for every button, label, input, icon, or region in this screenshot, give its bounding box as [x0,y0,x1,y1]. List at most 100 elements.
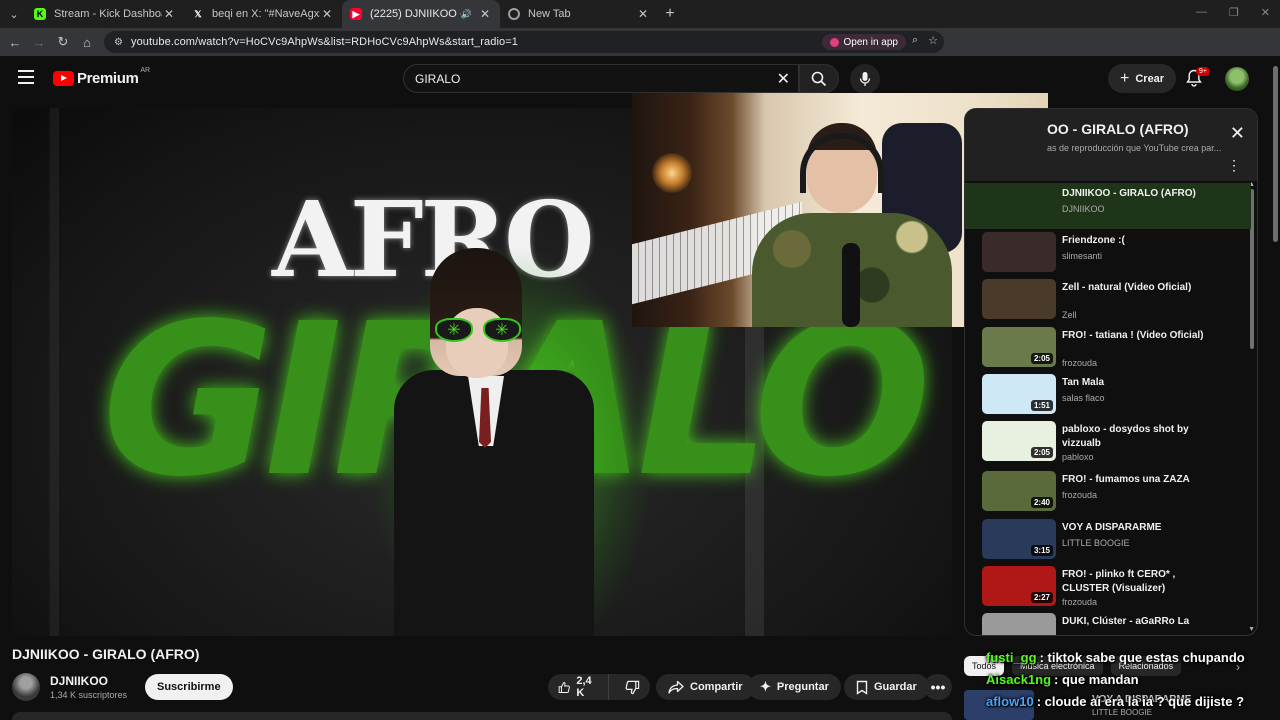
playlist-item-channel: pabloxo [1062,452,1094,462]
playlist-item-channel: LITTLE BOOGIE [1062,538,1130,548]
duration-badge: 2:40 [1030,497,1053,508]
playlist-item-channel: slimesanti [1062,251,1103,261]
tab-x[interactable]: 𝕏 beqi en X: "#NaveAgxsh https:/ ✕ [184,0,342,28]
chat-message: Aisack1ng: que mandan [986,672,1280,694]
save-button[interactable]: Guardar [844,674,929,700]
chat-username: Aisack1ng [986,672,1052,687]
video-title: DJNIIKOO - GIRALO (AFRO) [12,646,200,662]
new-tab-button[interactable]: + [658,5,682,23]
maximize-icon[interactable]: ❐ [1229,6,1239,19]
minimize-icon[interactable]: — [1196,6,1207,19]
playlist-item[interactable]: 2:05 FRO! - tatiana ! (Video Oficial) froz… [965,325,1251,371]
duration-badge: 2:05 [1030,353,1053,364]
playlist-item[interactable]: 3:15 VOY A DISPARARME LITTLE BOOGIE [965,517,1251,563]
create-button[interactable]: + Crear [1108,64,1177,93]
playlist-item[interactable]: 1:51 Tan Mala salas flaco [965,372,1251,418]
ask-label: Preguntar [776,681,829,693]
chat-text: : que mandan [1054,672,1139,687]
playlist-item[interactable]: DJNIIKOO - GIRALO (AFRO) DJNIIKOO [965,183,1251,229]
close-window-icon[interactable]: ✕ [1261,6,1270,19]
channel-avatar[interactable] [12,673,40,701]
tab-search-icon[interactable]: ⌄ [2,4,26,24]
like-dislike-group: 2,4 K [548,674,650,700]
chat-message: aflow10: cloude ai era la ia ? que dijis… [986,694,1280,716]
playlist-item[interactable]: 2:05 pabloxo - dosydos shot by vizzualb pa… [965,419,1251,465]
tab-new[interactable]: New Tab ✕ [500,0,658,28]
close-icon[interactable]: ✕ [320,7,334,21]
playlist-thumbnail [982,232,1056,272]
more-options-icon[interactable]: ⋮ [1227,157,1241,174]
x-icon: 𝕏 [194,8,202,19]
reload-icon[interactable]: ↻ [51,34,75,50]
site-info-icon[interactable]: ⚙ [114,37,123,48]
search-icon [811,71,827,86]
bookmark-star-icon[interactable]: ☆ [928,34,938,47]
playlist-item-title: Friendzone :( [1062,235,1125,246]
playlist-item-title: FRO! - fumamos una ZAZA [1062,474,1190,485]
playlist-item[interactable]: 2:40 FRO! - fumamos una ZAZA frozouda [965,469,1251,515]
leaf-glasses: ✳ ✳ [435,318,521,344]
more-horizontal-icon: ••• [930,679,946,695]
channel-name[interactable]: DJNIIKOO [50,674,108,688]
back-icon[interactable]: ← [3,35,27,50]
forward-icon[interactable]: → [27,35,51,50]
microphone-arm [842,243,860,327]
close-icon[interactable]: ✕ [1230,123,1245,144]
youtube-logo-icon [53,71,74,86]
page-scrollbar[interactable] [1273,66,1278,242]
account-avatar[interactable] [1225,67,1249,91]
lamp-glow [652,153,692,193]
playlist-item[interactable]: Friendzone :( slimesanti [965,230,1251,276]
like-button[interactable]: 2,4 K [548,674,609,700]
tab-title: beqi en X: "#NaveAgxsh https:/ [212,8,320,20]
stream-chat-overlay: fusti_gg: tiktok sabe que estas chupando… [986,650,1280,716]
playlist-item-title: Tan Mala [1062,377,1105,388]
playlist-thumbnail: 1:51 [982,374,1056,414]
chat-text: : tiktok sabe que estas chupando [1039,650,1245,665]
playlist-thumbnail: 2:05 [982,327,1056,367]
close-icon[interactable]: ✕ [162,7,176,21]
subscribe-button[interactable]: Suscribirme [145,674,233,700]
chat-username: aflow10 [986,694,1034,709]
thumbs-up-icon [558,681,570,693]
duration-badge: 3:15 [1030,545,1053,556]
mix-playlist-panel: OO - GIRALO (AFRO) as de reproducción qu… [964,108,1258,636]
playlist-item[interactable]: 2:27 FRO! - plinko ft CERO* , CLUSTER (Vi… [965,564,1251,610]
chat-text: : cloude ai era la ia ? que dijiste ? [1036,694,1245,709]
playlist-item[interactable]: DUKI, Clúster - aGaRRo La [965,611,1251,635]
open-in-app-button[interactable]: Open in app [821,34,906,50]
notification-badge: 9+ [1196,67,1210,76]
playlist-thumbnail [982,279,1056,319]
clear-search-icon[interactable]: ✕ [777,69,790,89]
tab-title: Stream - Kick Dashboard [54,8,162,20]
thumbs-down-icon [625,680,640,694]
search-input[interactable]: GIRALO ✕ [403,64,799,93]
youtube-premium-logo[interactable]: Premium AR [53,67,150,87]
voice-search-button[interactable] [850,64,880,94]
zoom-icon[interactable]: ⌕ [912,34,918,47]
search-button[interactable] [799,64,839,93]
browser-toolbar: ← → ↻ ⌂ ⚙ youtube.com/watch?v=HoCVc9AhpW… [0,28,1280,76]
tab-youtube[interactable]: ▶ (2225) DJNIIKOO - GIRALO 🔊 ✕ [342,0,500,28]
url-text: youtube.com/watch?v=HoCVc9AhpWs&list=RDH… [130,36,518,48]
youtube-icon: ▶ [350,8,362,20]
menu-icon[interactable] [18,70,34,88]
description-box[interactable] [12,712,952,720]
playlist-title[interactable]: OO - GIRALO (AFRO) [1047,121,1189,137]
dislike-button[interactable] [615,680,650,695]
close-icon[interactable]: ✕ [478,7,492,21]
speaker-icon[interactable]: 🔊 [461,9,472,20]
playlist-item-title: VOY A DISPARARME [1062,522,1162,533]
more-actions-button[interactable]: ••• [924,674,952,700]
logo-text: Premium [77,70,139,87]
tab-kick[interactable]: K Stream - Kick Dashboard ✕ [26,0,184,28]
tab-title: New Tab [528,8,571,20]
plus-icon: + [1120,69,1130,87]
home-icon[interactable]: ⌂ [75,35,99,50]
close-icon[interactable]: ✕ [636,7,650,21]
ask-button[interactable]: ✦ Preguntar [748,674,841,700]
playlist-item[interactable]: Zell - natural (Video Oficial) Zell [965,277,1251,323]
playlist-thumbnail: 2:05 [982,421,1056,461]
address-bar[interactable]: ⚙ youtube.com/watch?v=HoCVc9AhpWs&list=R… [104,31,944,53]
share-button[interactable]: Compartir [656,674,755,700]
